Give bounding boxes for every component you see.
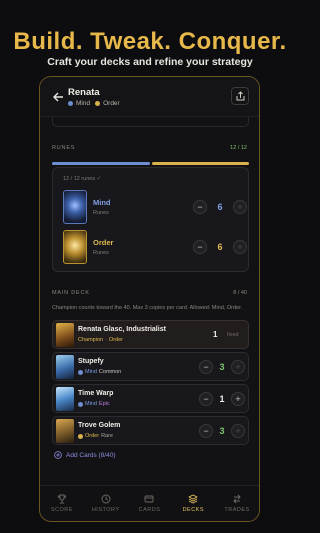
card-meta: Mind Epic [78,401,110,407]
card-meta: Mind Common [78,369,121,375]
card-plus-button[interactable]: + [231,392,245,406]
card-domain: Mind [85,369,97,375]
rune-sub: Runes [93,250,109,256]
bottom-tab-bar: SCORE HISTORY CARDS DECKS TRADES [40,485,259,521]
rune-sub: Runes [93,210,109,216]
card-row[interactable]: Time Warp Mind Epic − 1 + [52,384,249,413]
clock-icon [101,494,111,504]
deck-rules-hint: Champion counts toward the 40. Max 3 cop… [52,305,243,311]
card-thumbnail [56,323,74,347]
card-row-champion[interactable]: Renata Glasc, Industrialist Champion · O… [52,320,249,349]
layers-icon [188,494,198,504]
tab-history[interactable]: HISTORY [84,486,128,521]
card-domain: Champion [78,337,104,343]
add-cards-button[interactable]: Add Cards (8/40) [54,451,116,459]
card-row[interactable]: Stupefy Mind Common − 3 + [52,352,249,381]
app-header: Renata Mind Order [40,77,259,117]
cards-icon [145,495,154,503]
share-icon [236,91,244,101]
card-quantity: 1 [213,330,218,339]
tab-label: DECKS [182,507,205,513]
card-name: Renata Glasc, Industrialist [78,326,166,333]
main-deck-label: MAIN DECK [52,290,90,296]
previous-section-edge [52,117,249,127]
rune-count: 6 [217,242,223,252]
rune-name: Order [93,238,114,247]
deck-domains: Mind Order [68,100,120,107]
card-name: Trove Golem [78,422,121,429]
plus-circle-icon [54,451,62,459]
promo-banner: Build. Tweak. Conquer. Craft your decks … [0,0,300,76]
mind-dot-icon [78,369,83,375]
rune-plus-button[interactable]: + [233,200,247,214]
add-cards-label: Add Cards (8/40) [66,451,116,459]
card-thumbnail [56,419,74,443]
card-rarity: Rare [101,433,113,439]
deck-name: Renata [68,87,100,98]
rune-name: Mind [93,198,111,207]
rune-plus-button[interactable]: + [233,240,247,254]
order-dot-icon [95,101,101,106]
runes-count: 12 / 12 [230,145,247,151]
tab-trades[interactable]: TRADES [215,486,259,521]
promo-title: Build. Tweak. Conquer. [13,28,287,55]
card-meta: Order Rare [78,433,113,439]
card-rarity: Common [98,369,122,375]
card-minus-button[interactable]: − [199,392,213,406]
rune-minus-button[interactable]: − [193,200,207,214]
deck-tag-order: Order [103,100,120,107]
card-domain: Mind [85,401,97,407]
tab-label: SCORE [50,507,73,513]
tab-label: CARDS [138,507,161,513]
back-arrow-icon[interactable] [52,91,64,103]
promo-subtitle: Craft your decks and refine your strateg… [47,56,253,68]
card-rarity: Epic [98,401,110,407]
tab-score[interactable]: SCORE [40,486,84,521]
card-thumbnail [56,355,74,379]
main-deck-count: 8 / 40 [233,290,247,296]
runes-panel: 12 / 12 runes ✓ Mind Runes − 6 + Order R… [52,167,249,272]
card-domain: Order [85,433,100,439]
card-meta: Champion · Order [78,337,123,343]
card-fixed-note: fixed [227,332,239,338]
card-plus-button[interactable]: + [231,360,245,374]
phone-frame: Renata Mind Order RUNES 12 / 12 12 / 12 … [39,76,260,522]
runes-progress-bar [52,162,249,165]
rune-minus-button[interactable]: − [193,240,207,254]
card-name: Stupefy [78,358,104,365]
rune-row-mind: Mind Runes − 6 + [63,190,247,224]
card-quantity: 3 [219,426,225,436]
mind-rune-art [63,190,87,224]
card-thumbnail [56,387,74,411]
card-quantity: 1 [219,394,225,404]
card-name: Time Warp [78,390,114,397]
card-quantity: 3 [219,362,225,372]
tab-decks[interactable]: DECKS [171,486,215,521]
mind-dot-icon [68,101,73,106]
tab-cards[interactable]: CARDS [128,486,172,521]
order-dot-icon [78,433,83,439]
order-rune-art [63,230,87,264]
runes-label: RUNES [52,145,76,151]
deck-tag-mind: Mind [76,100,91,107]
card-plus-button[interactable]: + [231,424,245,438]
card-minus-button[interactable]: − [199,360,213,374]
card-rarity: Order [108,337,123,343]
rune-row-order: Order Runes − 6 + [63,230,247,264]
share-button[interactable] [231,87,249,105]
mind-dot-icon [78,401,83,407]
trophy-icon [57,494,66,504]
card-minus-button[interactable]: − [199,424,213,438]
tab-label: HISTORY [91,507,120,513]
swap-icon [233,494,241,504]
runes-note: 12 / 12 runes ✓ [63,176,102,182]
card-row[interactable]: Trove Golem Order Rare − 3 + [52,416,249,445]
rune-count: 6 [217,202,223,212]
tab-label: TRADES [224,507,250,513]
